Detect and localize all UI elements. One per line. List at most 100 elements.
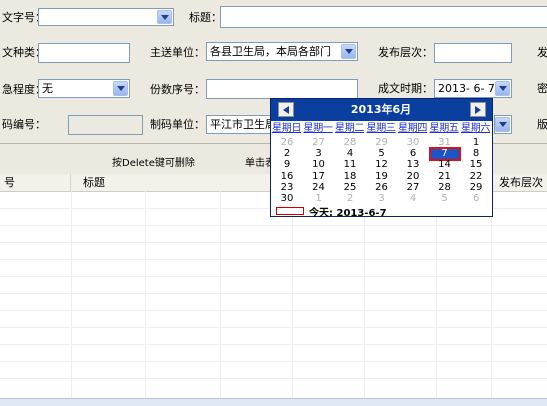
calendar-day[interactable]: 5 [430,193,460,205]
calendar-day[interactable]: 28 [430,182,460,194]
today-link[interactable]: 今天: 2013-6-7 [309,204,387,219]
date-picker-calendar[interactable]: 2013年6月 星期日 星期一 星期二 星期三 星期四 星期五 星期六 26 27 28 29 30 3… [270,98,493,219]
chevron-down-icon[interactable] [113,81,128,96]
issue-unit-label: 制码单位： [150,118,205,131]
calendar-day[interactable]: 31 [430,137,460,149]
chevron-down-icon[interactable] [495,117,510,132]
next-month-button[interactable] [470,102,486,117]
calendar-day[interactable]: 3 [304,148,334,160]
calendar-day[interactable]: 13 [398,159,428,171]
table-row[interactable] [0,276,547,277]
weekday-header[interactable]: 星期六 [461,123,490,135]
chevron-left-icon [283,105,289,114]
code-input[interactable] [68,115,143,135]
weekday-header[interactable]: 星期三 [367,123,396,135]
table-row[interactable] [0,225,547,226]
weekday-header[interactable]: 星期四 [398,123,427,135]
calendar-day[interactable]: 12 [367,159,397,171]
table-row[interactable] [0,344,547,345]
grid-col-line [436,191,437,405]
calendar-day[interactable]: 22 [461,171,491,183]
calendar-day[interactable]: 9 [272,159,302,171]
calendar-day[interactable]: 30 [398,137,428,149]
calendar-day[interactable]: 4 [398,193,428,205]
chevron-down-icon[interactable] [341,44,356,59]
table-row[interactable] [0,259,547,260]
weekday-header[interactable]: 星期二 [335,123,364,135]
calendar-day-selected[interactable]: 7 [428,147,461,162]
doc-type-input[interactable] [38,43,130,63]
calendar-day[interactable]: 5 [367,148,397,160]
main-unit-value: 各县卫生局，本局各部门 [210,45,331,58]
urgency-value: 无 [42,82,53,95]
calendar-day[interactable]: 30 [272,193,302,205]
table-row[interactable] [0,361,547,362]
weekday-header[interactable]: 星期一 [304,123,333,135]
calendar-day[interactable]: 26 [272,137,302,149]
calendar-day[interactable]: 1 [461,137,491,149]
today-marker [276,207,304,215]
table-row[interactable] [0,327,547,328]
column-header-publish-level[interactable]: 发布层次 [491,174,547,191]
calendar-day[interactable]: 26 [367,182,397,194]
copy-number-input[interactable] [206,79,358,99]
calendar-day[interactable]: 10 [304,159,334,171]
grid-col-line [71,191,72,405]
calendar-day[interactable]: 6 [398,148,428,160]
version-cut-label: 版 [537,118,547,131]
date-value: 2013- 6- 7 [438,82,495,95]
calendar-day[interactable]: 27 [304,137,334,149]
publish-cut-label: 发 [537,46,547,59]
calendar-day[interactable]: 24 [304,182,334,194]
calendar-month-title: 2013年6月 [350,103,412,116]
table-row[interactable] [0,310,547,311]
publish-level-input[interactable] [434,43,512,63]
calendar-day[interactable]: 14 [430,159,460,171]
calendar-day[interactable]: 21 [430,171,460,183]
grid-col-line [220,191,221,405]
urgency-select[interactable]: 无 [38,79,130,98]
chevron-down-icon[interactable] [495,81,510,96]
date-label: 成文时期： [378,82,433,95]
calendar-day[interactable]: 8 [461,148,491,160]
grid-col-line [491,191,492,405]
calendar-day[interactable]: 11 [335,159,365,171]
calendar-day[interactable]: 19 [367,171,397,183]
main-unit-select[interactable]: 各县卫生局，本局各部门 [206,42,358,61]
calendar-day[interactable]: 23 [272,182,302,194]
main-unit-label: 主送单位： [150,46,205,59]
doc-number-select[interactable] [38,8,174,26]
delete-hint: 按Delete键可删除 [112,158,195,169]
calendar-day[interactable]: 29 [461,182,491,194]
table-row[interactable] [0,242,547,243]
calendar-day[interactable]: 4 [335,148,365,160]
calendar-day[interactable]: 28 [335,137,365,149]
calendar-day[interactable]: 16 [272,171,302,183]
calendar-day[interactable]: 20 [398,171,428,183]
issue-unit-value: 平江市卫生局 [210,118,276,131]
weekday-header[interactable]: 星期日 [272,123,301,135]
column-header-number[interactable]: 号 [0,174,71,191]
table-row[interactable] [0,293,547,294]
calendar-day[interactable]: 29 [367,137,397,149]
calendar-day[interactable]: 18 [335,171,365,183]
chevron-down-icon[interactable] [157,10,172,24]
calendar-day[interactable]: 2 [272,148,302,160]
calendar-day[interactable]: 27 [398,182,428,194]
calendar-day[interactable]: 25 [335,182,365,194]
calendar-day[interactable]: 6 [461,193,491,205]
publish-level-label: 发布层次： [378,46,433,59]
table-row[interactable] [0,378,547,379]
weekday-header[interactable]: 星期五 [430,123,459,135]
chevron-right-icon [475,105,481,114]
title-label: 标题： [189,11,222,24]
calendar-day[interactable]: 15 [461,159,491,171]
calendar-day[interactable]: 17 [304,171,334,183]
grid-col-line [292,191,293,405]
prev-month-button[interactable] [278,102,294,117]
title-input[interactable] [220,6,547,28]
date-picker[interactable]: 2013- 6- 7 [434,79,512,98]
copy-number-label: 份数序号： [150,83,205,96]
grid-col-line [364,191,365,405]
issue-unit-dropdown[interactable] [494,115,512,134]
